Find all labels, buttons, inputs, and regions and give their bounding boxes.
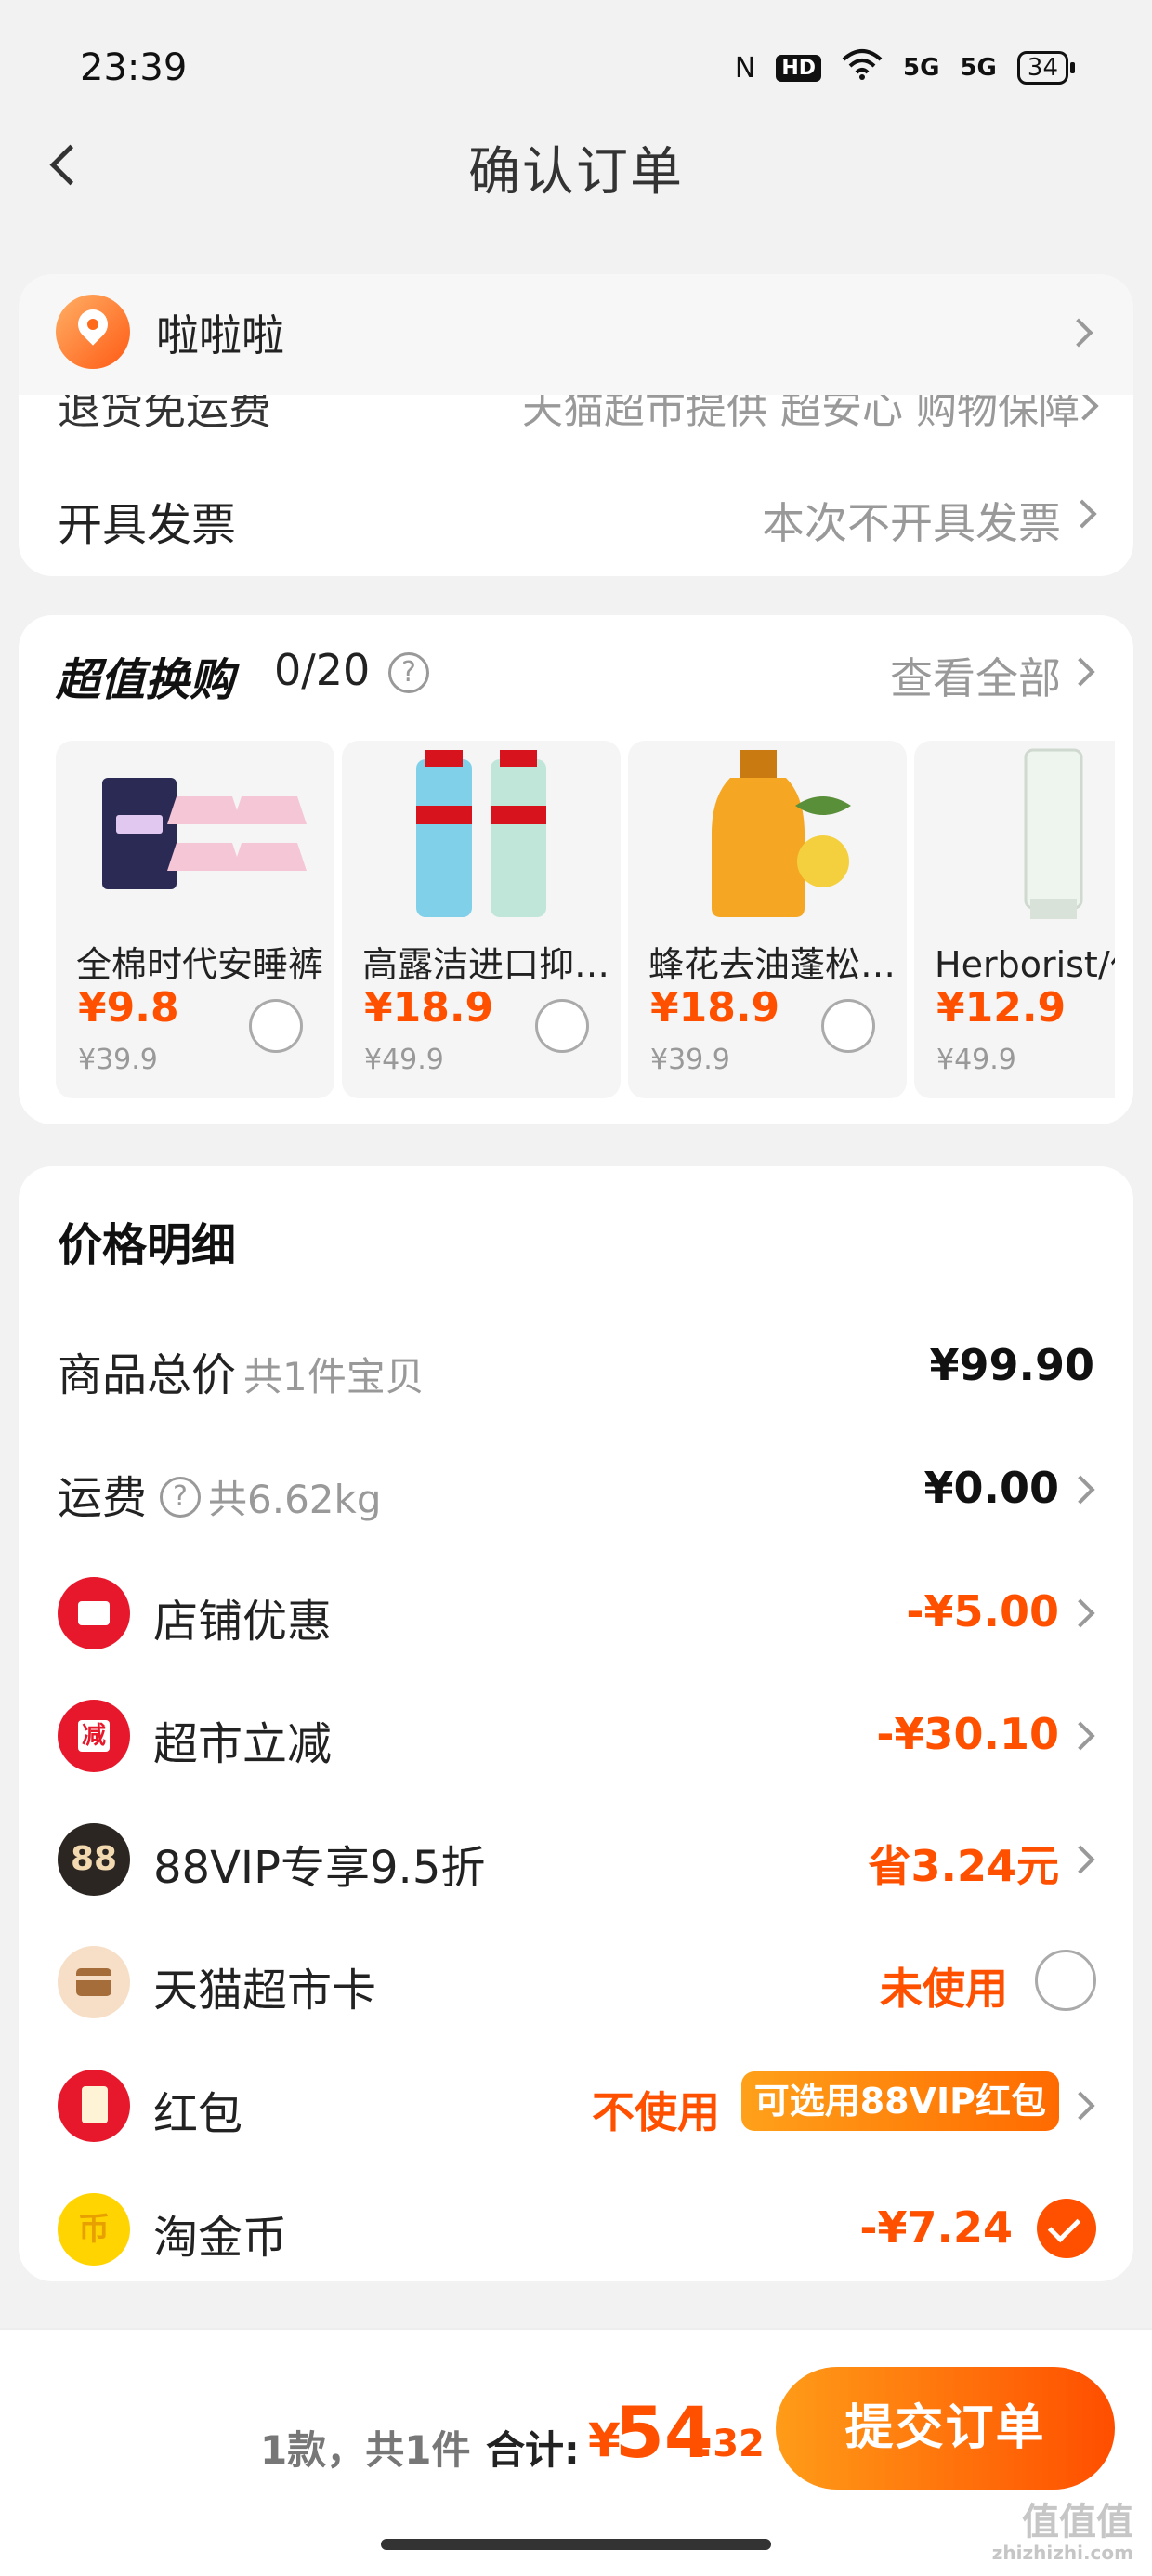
red-packet-icon xyxy=(58,2070,130,2142)
market-cut-value: -¥30.10 xyxy=(876,1709,1059,1759)
hd-icon: HD xyxy=(776,54,822,82)
redpacket-row[interactable]: 红包 不使用 可选用88VIP红包 xyxy=(19,2058,1133,2151)
product-image xyxy=(416,750,546,917)
battery-icon: 34 xyxy=(1016,51,1076,85)
total-amount-decimal: .32 xyxy=(699,2423,765,2465)
coin-label: 淘金币 xyxy=(153,2212,288,2264)
address-name: 啦啦啦 xyxy=(156,310,284,361)
vip-value: 省3.24元 xyxy=(868,1841,1060,1891)
signal-icon-1: 5G xyxy=(903,54,940,82)
address-bar[interactable]: 啦啦啦 xyxy=(19,274,1133,395)
product-original-price: ¥49.9 xyxy=(936,1044,1016,1076)
coin-icon: 币 xyxy=(58,2193,130,2266)
goods-total-label: 商品总价 共1件宝贝 xyxy=(58,1349,425,1401)
coin-row[interactable]: 币 淘金币 -¥7.24 xyxy=(19,2182,1133,2275)
submit-order-button[interactable]: 提交订单 xyxy=(776,2367,1115,2490)
chevron-right-icon[interactable] xyxy=(1066,2091,1095,2121)
market-card-radio[interactable] xyxy=(1035,1950,1096,2011)
card-icon xyxy=(58,1946,130,2018)
status-time: 23:39 xyxy=(80,46,188,89)
shipping-row[interactable]: 运费? 共6.62kg ¥0.00 xyxy=(19,1442,1133,1535)
price-detail-title: 价格明细 xyxy=(58,1219,237,1271)
market-card-value: 未使用 xyxy=(880,1964,1008,2014)
bottom-bar: 1款，共1件 合计: ¥ 54 .32 提交订单 值值值 zhizhizhi.co… xyxy=(0,2328,1152,2576)
goods-total-value: ¥99.90 xyxy=(929,1340,1094,1390)
total-label: 合计: xyxy=(486,2427,580,2473)
product-card[interactable]: 高露洁进口抑菌漱口水 ¥18.9 ¥49.9 xyxy=(342,741,621,1098)
product-original-price: ¥39.9 xyxy=(650,1044,730,1076)
shop-discount-row[interactable]: 店铺优惠 -¥5.00 xyxy=(19,1566,1133,1659)
item-count: 1款，共1件 xyxy=(260,2427,471,2473)
ticket-icon xyxy=(58,1577,130,1649)
chevron-right-icon[interactable] xyxy=(1066,1598,1095,1628)
invoice-value[interactable]: 本次不开具发票 xyxy=(762,490,1061,551)
product-price: ¥18.9 xyxy=(364,984,494,1032)
product-select-radio[interactable] xyxy=(249,999,303,1053)
price-detail-card: 价格明细 商品总价 共1件宝贝 ¥99.90 运费? 共6.62kg ¥0.00 店… xyxy=(19,1166,1133,2281)
redpacket-label: 红包 xyxy=(153,2088,243,2140)
vip-redpacket-badge[interactable]: 可选用88VIP红包 xyxy=(740,2071,1059,2131)
status-bar: 23:39 N HD 5G 5G 34 xyxy=(0,0,1152,139)
product-original-price: ¥49.9 xyxy=(364,1044,444,1076)
product-image xyxy=(712,750,851,917)
product-name: Herborist/佰草集 xyxy=(935,944,1115,985)
watermark: 值值值 zhizhizhi.com xyxy=(991,2501,1133,2564)
product-price: ¥9.8 xyxy=(78,984,179,1032)
swap-title: 超值换购 xyxy=(56,654,235,706)
invoice-label: 开具发票 xyxy=(58,499,237,551)
redpacket-value: 不使用 xyxy=(592,2087,720,2137)
coin-value: -¥7.24 xyxy=(859,2202,1013,2253)
product-name: 高露洁进口抑菌漱口水 xyxy=(362,944,613,985)
swap-deals-card: 超值换购 0/20 ? 查看全部 全棉时代安睡裤 ¥9.8 ¥39.9 高露洁进… xyxy=(19,615,1133,1124)
coin-checkbox[interactable] xyxy=(1037,2199,1096,2258)
product-list: 全棉时代安睡裤 ¥9.8 ¥39.9 高露洁进口抑菌漱口水 ¥18.9 ¥49.… xyxy=(56,741,1115,1098)
nfc-icon: N xyxy=(734,51,756,85)
market-cut-row[interactable]: 减 超市立减 -¥30.10 xyxy=(19,1689,1133,1781)
vip-label: 88VIP专享9.5折 xyxy=(153,1842,486,1894)
market-card-row[interactable]: 天猫超市卡 未使用 xyxy=(19,1935,1133,2028)
help-icon[interactable]: ? xyxy=(160,1477,202,1518)
market-card-label: 天猫超市卡 xyxy=(153,1965,377,2017)
product-select-radio[interactable] xyxy=(535,999,589,1053)
status-icons: N HD 5G 5G 34 xyxy=(734,48,1076,87)
home-indicator[interactable] xyxy=(381,2539,771,2550)
shop-discount-value: -¥5.00 xyxy=(906,1586,1059,1636)
swap-count: 0/20 xyxy=(274,645,371,695)
shipping-label: 运费? 共6.62kg xyxy=(58,1472,382,1524)
discount-icon: 减 xyxy=(58,1700,130,1772)
product-name: 全棉时代安睡裤 xyxy=(76,944,324,985)
location-pin-icon xyxy=(56,295,130,369)
vip-row[interactable]: 88 88VIP专享9.5折 省3.24元 xyxy=(19,1812,1133,1905)
product-original-price: ¥39.9 xyxy=(78,1044,158,1076)
shop-discount-label: 店铺优惠 xyxy=(153,1596,333,1648)
chevron-right-icon[interactable] xyxy=(1067,499,1097,529)
vip-icon: 88 xyxy=(58,1823,130,1896)
product-price: ¥12.9 xyxy=(936,984,1067,1032)
view-all-link[interactable]: 查看全部 xyxy=(890,645,1061,706)
help-icon[interactable]: ? xyxy=(388,652,429,693)
chevron-right-icon[interactable] xyxy=(1066,657,1095,687)
chevron-right-icon[interactable] xyxy=(1066,1721,1095,1751)
product-image xyxy=(102,778,307,889)
chevron-right-icon[interactable] xyxy=(1066,1475,1095,1505)
product-image xyxy=(1024,748,1083,919)
chevron-right-icon[interactable] xyxy=(1066,1845,1095,1874)
signal-icon-2: 5G xyxy=(960,54,997,82)
market-cut-label: 超市立减 xyxy=(153,1718,333,1770)
product-card[interactable]: 蜂花去油蓬松洗发水 ¥18.9 ¥39.9 xyxy=(628,741,907,1098)
product-card[interactable]: Herborist/佰草集 ¥12.9 ¥49.9 xyxy=(914,741,1115,1098)
product-name: 蜂花去油蓬松洗发水 xyxy=(648,944,899,985)
page-title: 确认订单 xyxy=(468,142,684,203)
product-select-radio[interactable] xyxy=(821,999,875,1053)
goods-total-row: 商品总价 共1件宝贝 ¥99.90 xyxy=(19,1320,1133,1413)
wifi-icon xyxy=(842,48,883,87)
chevron-right-icon[interactable] xyxy=(1064,318,1093,348)
product-price: ¥18.9 xyxy=(650,984,780,1032)
nav-bar: 确认订单 xyxy=(0,121,1152,214)
product-card[interactable]: 全棉时代安睡裤 ¥9.8 ¥39.9 xyxy=(56,741,334,1098)
shipping-value: ¥0.00 xyxy=(923,1463,1059,1513)
